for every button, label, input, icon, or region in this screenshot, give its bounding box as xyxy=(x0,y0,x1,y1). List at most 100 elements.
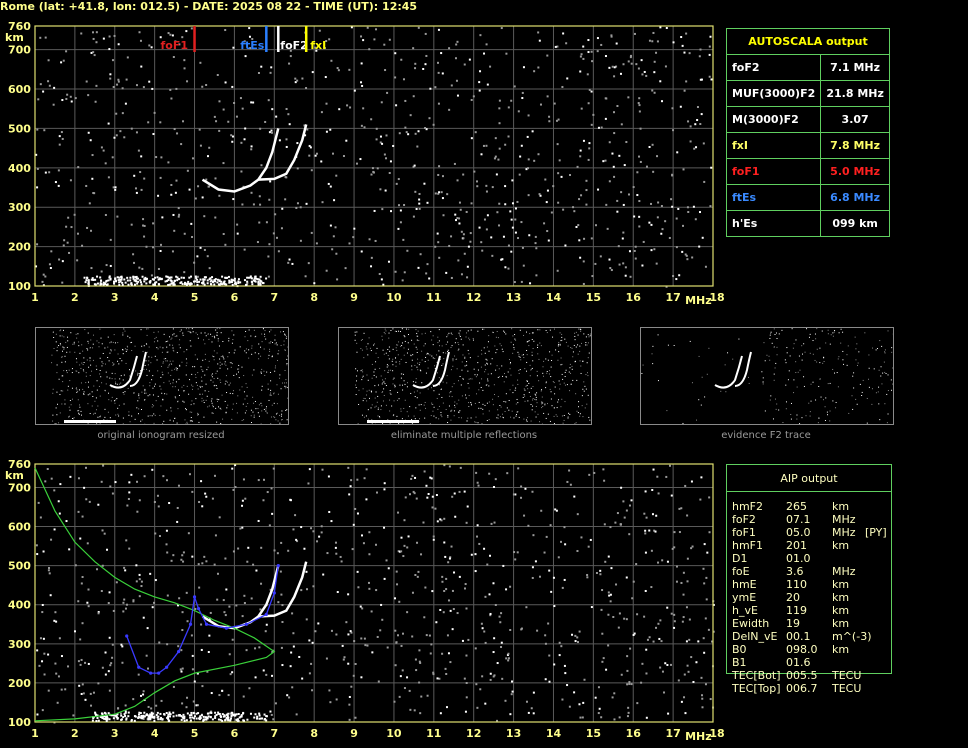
noise-dot xyxy=(124,607,127,610)
thumb-noise-dot xyxy=(60,344,62,346)
thumb-noise-dot xyxy=(146,328,148,330)
thumb-noise-dot xyxy=(375,405,377,407)
thumb-noise-dot xyxy=(561,333,563,335)
thumb-noise-dot xyxy=(250,422,252,424)
thumb-noise-dot xyxy=(384,328,386,330)
thumb-noise-dot xyxy=(545,417,547,419)
thumb-noise-dot xyxy=(494,394,496,396)
x-tick-label: 7 xyxy=(270,291,278,304)
thumb-noise-dot xyxy=(75,333,77,335)
thumb-noise-dot xyxy=(447,341,449,343)
thumb-noise-dot xyxy=(531,409,533,411)
es-layer-dot xyxy=(83,276,86,279)
thumb-noise-dot xyxy=(720,390,722,392)
autoscala-value: 6.8 MHz xyxy=(820,184,890,211)
noise-dot xyxy=(558,641,561,644)
noise-dot xyxy=(411,635,414,638)
thumb-noise-dot xyxy=(396,349,398,351)
thumb-noise-dot xyxy=(519,369,521,371)
noise-dot xyxy=(273,549,276,552)
thumb-noise-dot xyxy=(265,406,267,408)
noise-dot xyxy=(491,186,494,189)
noise-dot xyxy=(597,188,600,191)
es-layer-dot xyxy=(223,714,226,717)
noise-dot xyxy=(441,197,444,200)
noise-dot xyxy=(182,560,185,563)
es-layer-dot xyxy=(257,283,260,286)
es-layer-dot xyxy=(94,711,97,714)
noise-dot xyxy=(408,493,411,496)
noise-dot xyxy=(362,39,365,42)
thumb-noise-dot xyxy=(182,332,184,334)
noise-dot xyxy=(657,561,660,564)
thumb-noise-dot xyxy=(76,391,78,393)
aip-unit: TECU xyxy=(832,669,862,682)
noise-dot xyxy=(422,67,425,70)
thumb-noise-dot xyxy=(579,360,581,362)
noise-dot xyxy=(380,603,383,606)
thumb-noise-dot xyxy=(887,330,889,332)
noise-dot xyxy=(356,478,359,481)
noise-dot xyxy=(239,97,242,100)
thumb-noise-dot xyxy=(776,403,778,405)
noise-dot xyxy=(186,80,189,83)
thumb-noise-dot xyxy=(411,339,413,341)
thumb-noise-dot xyxy=(178,394,180,396)
thumb-noise-dot xyxy=(94,400,96,402)
thumb-noise-dot xyxy=(564,338,566,340)
thumb-noise-dot xyxy=(846,364,848,366)
noise-dot xyxy=(124,569,127,572)
aip-name: TEC[Top] xyxy=(732,682,781,695)
thumb-noise-dot xyxy=(402,384,404,386)
thumb-noise-dot xyxy=(527,400,529,402)
es-layer-dot xyxy=(253,716,256,719)
thumb-noise-dot xyxy=(104,390,106,392)
noise-dot xyxy=(65,520,68,523)
noise-dot xyxy=(153,501,156,504)
thumb-noise-dot xyxy=(454,355,456,357)
noise-dot xyxy=(288,123,291,126)
thumb-noise-dot xyxy=(827,333,829,335)
thumb-noise-dot xyxy=(123,328,125,330)
thumb-noise-dot xyxy=(141,345,143,347)
thumb-noise-dot xyxy=(884,349,886,351)
noise-dot xyxy=(522,66,525,69)
noise-dot xyxy=(109,73,112,76)
thumb-noise-dot xyxy=(138,393,140,395)
aip-row: ymE 20 km xyxy=(732,591,962,604)
es-layer-dot xyxy=(115,279,118,282)
thumb-noise-dot xyxy=(511,328,513,330)
noise-dot xyxy=(43,129,46,132)
es-layer-dot xyxy=(175,714,178,717)
thumb-noise-dot xyxy=(178,378,180,380)
noise-dot xyxy=(216,598,219,601)
noise-dot xyxy=(636,702,639,705)
thumb-noise-dot xyxy=(545,381,547,383)
noise-dot xyxy=(602,468,605,471)
thumb-noise-dot xyxy=(112,341,114,343)
thumb-noise-dot xyxy=(267,383,269,385)
noise-dot xyxy=(411,591,414,594)
noise-dot xyxy=(240,170,243,173)
noise-dot xyxy=(172,685,175,688)
noise-dot xyxy=(633,249,636,252)
es-layer-dot xyxy=(228,279,231,282)
noise-dot xyxy=(140,188,143,191)
thumb-noise-dot xyxy=(531,367,533,369)
noise-dot xyxy=(81,683,84,686)
thumb-noise-dot xyxy=(832,335,834,337)
noise-dot xyxy=(185,706,188,709)
thumb-noise-dot xyxy=(163,333,165,335)
noise-dot xyxy=(291,686,294,689)
thumb-noise-dot xyxy=(191,420,193,422)
noise-dot xyxy=(418,192,421,195)
thumb-noise-dot xyxy=(374,385,376,387)
noise-dot xyxy=(368,48,371,51)
autoscala-row: ftEs 6.8 MHz xyxy=(725,184,890,211)
thumb-noise-dot xyxy=(208,360,210,362)
noise-dot xyxy=(607,591,610,594)
thumb-noise-dot xyxy=(245,330,247,332)
thumb-noise-dot xyxy=(154,385,156,387)
thumb-noise-dot xyxy=(356,351,358,353)
noise-dot xyxy=(349,485,352,488)
